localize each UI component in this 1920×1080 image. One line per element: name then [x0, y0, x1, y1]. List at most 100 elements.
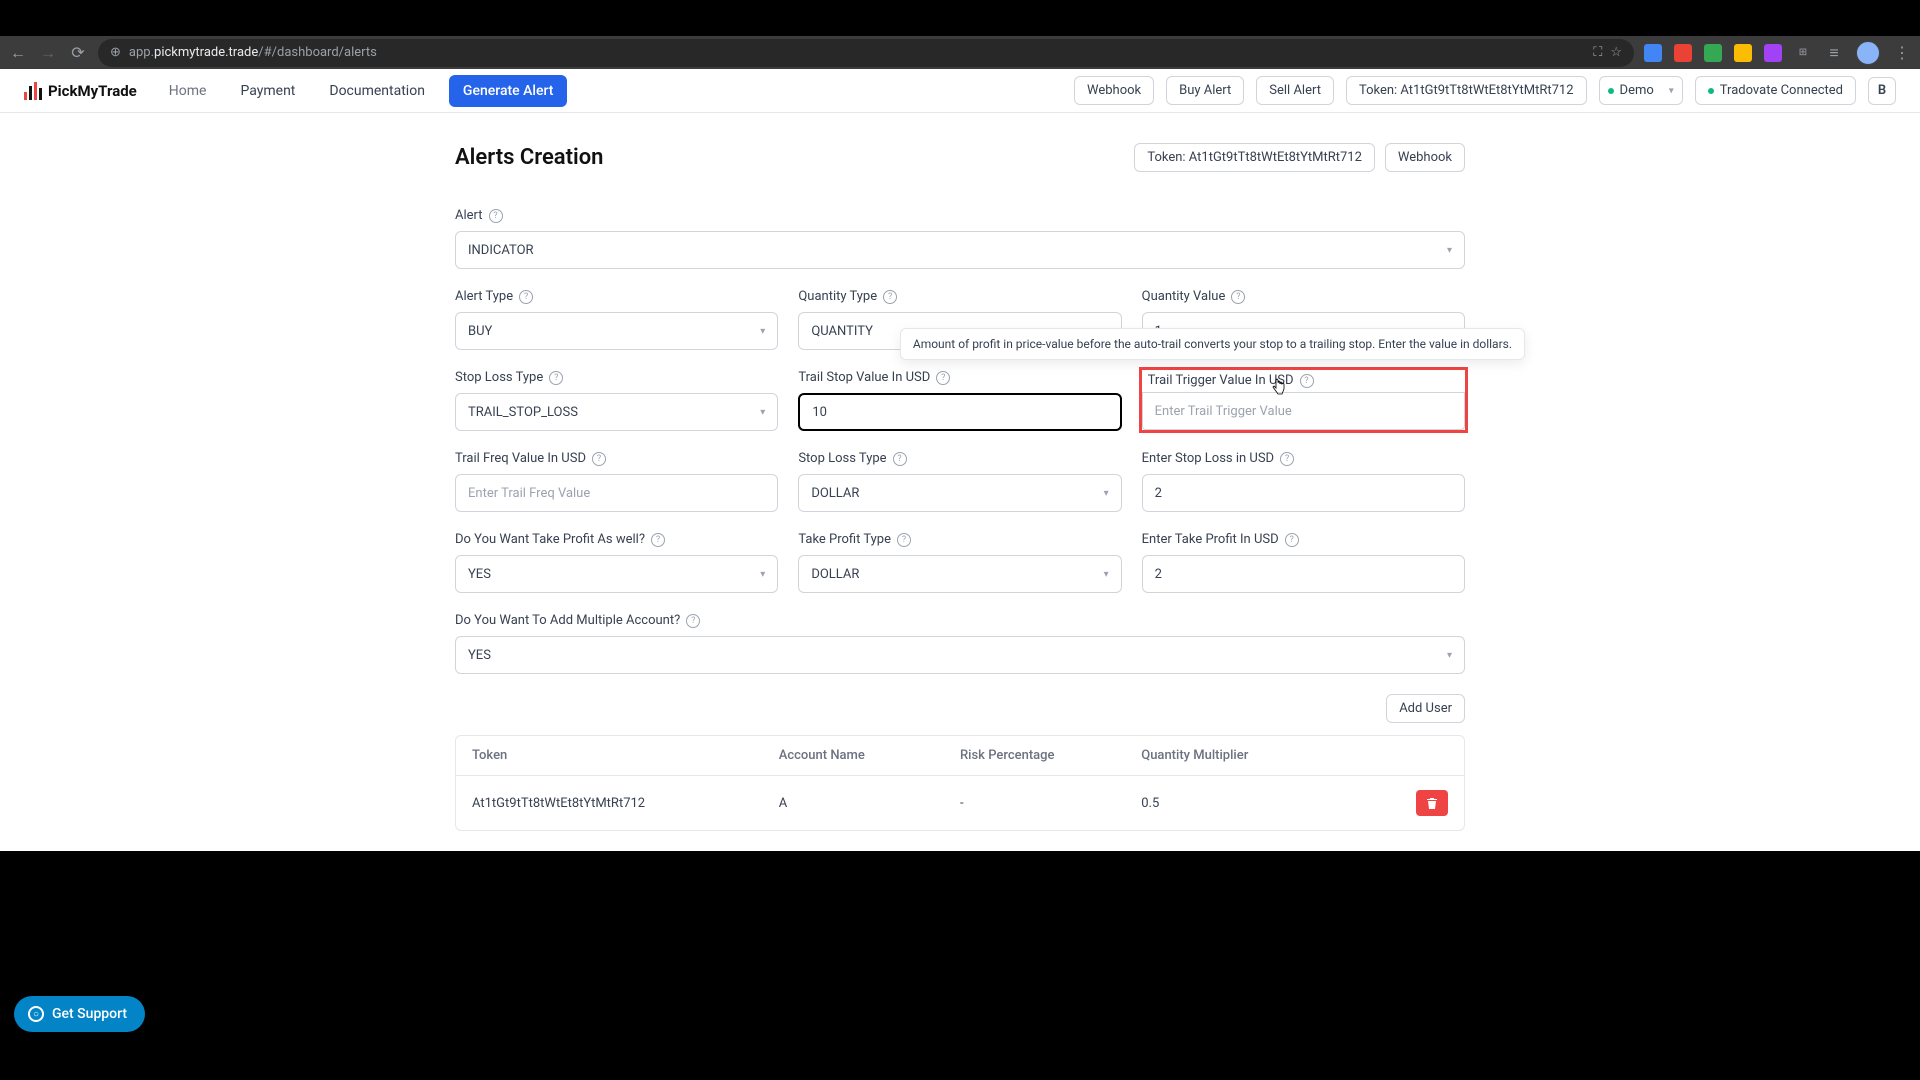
add-user-button[interactable]: Add User	[1386, 694, 1465, 723]
nav-documentation[interactable]: Documentation	[319, 83, 435, 99]
field-alert: Alert? INDICATOR▾	[455, 208, 1465, 269]
multi-account-select[interactable]: YES▾	[455, 636, 1465, 674]
nav-payment[interactable]: Payment	[230, 83, 305, 99]
ext-icon-2[interactable]	[1674, 44, 1692, 62]
label-take-profit-type: Take Profit Type	[798, 532, 891, 547]
user-badge[interactable]: B	[1868, 77, 1896, 105]
connection-status: Tradovate Connected	[1695, 76, 1856, 105]
back-icon[interactable]: ←	[8, 43, 28, 63]
extension-icons: ⊞ ≡ ⋮	[1644, 41, 1912, 65]
chevron-down-icon: ▾	[760, 326, 765, 337]
trail-trigger-input[interactable]	[1155, 404, 1452, 419]
kebab-icon[interactable]: ⋮	[1892, 43, 1912, 63]
label-stop-loss-type: Stop Loss Type	[455, 370, 543, 385]
status-dot-icon	[1608, 88, 1614, 94]
trail-stop-input[interactable]	[812, 405, 1107, 420]
label-alert: Alert	[455, 208, 483, 223]
help-icon[interactable]: ?	[936, 371, 950, 385]
help-icon[interactable]: ?	[592, 452, 606, 466]
support-label: Get Support	[52, 1006, 127, 1022]
hamburger-icon[interactable]: ≡	[1824, 43, 1844, 63]
label-quantity-type: Quantity Type	[798, 289, 877, 304]
generate-alert-button[interactable]: Generate Alert	[449, 75, 568, 107]
bookmark-icon[interactable]: ☆	[1610, 45, 1622, 60]
chevron-down-icon: ▾	[1104, 569, 1109, 580]
profile-avatar[interactable]	[1856, 41, 1880, 65]
help-icon[interactable]: ?	[893, 452, 907, 466]
help-icon[interactable]: ?	[686, 614, 700, 628]
help-icon[interactable]: ?	[1231, 290, 1245, 304]
alert-select[interactable]: INDICATOR▾	[455, 231, 1465, 269]
url-input[interactable]: ⊕ app.pickmytrade.trade/#/dashboard/aler…	[98, 39, 1634, 67]
get-support-button[interactable]: ○ Get Support	[14, 996, 145, 1032]
field-enter-stop-loss: Enter Stop Loss in USD?	[1142, 451, 1465, 512]
chevron-down-icon: ▾	[1669, 85, 1674, 96]
cell-qty: 0.5	[1141, 796, 1350, 811]
trail-freq-input[interactable]	[468, 486, 765, 501]
chevron-down-icon: ▾	[1447, 650, 1452, 661]
label-stop-loss-type-2: Stop Loss Type	[798, 451, 886, 466]
reload-icon[interactable]: ⟳	[68, 43, 88, 63]
sell-alert-button[interactable]: Sell Alert	[1256, 76, 1334, 105]
brand-logo[interactable]: PickMyTrade	[24, 82, 137, 100]
ext-icon-4[interactable]	[1734, 44, 1752, 62]
account-select[interactable]: Demo ▾	[1599, 76, 1683, 105]
help-icon[interactable]: ?	[1285, 533, 1299, 547]
stop-loss-type-select[interactable]: TRAIL_STOP_LOSS▾	[455, 393, 778, 431]
translate-icon[interactable]: ⛶	[1593, 45, 1602, 60]
delete-row-button[interactable]	[1416, 790, 1448, 816]
ext-icon-3[interactable]	[1704, 44, 1722, 62]
page-header: Alerts Creation Token: At1tGt9tTt8tWtEt8…	[455, 143, 1465, 172]
enter-take-profit-input[interactable]	[1155, 567, 1452, 582]
field-trail-stop-value: Trail Stop Value In USD?	[798, 370, 1121, 431]
webhook-button[interactable]: Webhook	[1074, 76, 1154, 105]
page-title: Alerts Creation	[455, 145, 603, 170]
url-prefix: app.	[129, 45, 154, 60]
help-icon[interactable]: ?	[883, 290, 897, 304]
webhook-chip-button[interactable]: Webhook	[1385, 143, 1465, 172]
cell-risk: -	[960, 796, 1141, 811]
label-trail-freq: Trail Freq Value In USD	[455, 451, 586, 466]
help-icon[interactable]: ?	[549, 371, 563, 385]
cell-token: At1tGt9tTt8tWtEt8tYtMtRt712	[472, 796, 779, 811]
trail-freq-input-wrap	[455, 474, 778, 512]
cell-account: A	[779, 796, 960, 811]
label-take-profit-q: Do You Want Take Profit As well?	[455, 532, 645, 547]
ext-icon-1[interactable]	[1644, 44, 1662, 62]
trail-stop-input-wrap	[798, 393, 1121, 431]
enter-take-profit-input-wrap	[1142, 555, 1465, 593]
table-row: At1tGt9tTt8tWtEt8tYtMtRt712 A - 0.5	[456, 776, 1464, 830]
alert-type-select[interactable]: BUY▾	[455, 312, 778, 350]
th-risk: Risk Percentage	[960, 748, 1141, 763]
take-profit-q-select[interactable]: YES▾	[455, 555, 778, 593]
label-quantity-value: Quantity Value	[1142, 289, 1226, 304]
chevron-down-icon: ▾	[1104, 488, 1109, 499]
label-multi-account: Do You Want To Add Multiple Account?	[455, 613, 680, 628]
puzzle-icon[interactable]: ⊞	[1794, 44, 1812, 62]
address-bar: ← → ⟳ ⊕ app.pickmytrade.trade/#/dashboar…	[0, 36, 1920, 69]
field-take-profit-type: Take Profit Type? DOLLAR▾	[798, 532, 1121, 593]
label-enter-stop-loss: Enter Stop Loss in USD	[1142, 451, 1274, 466]
tooltip: Amount of profit in price-value before t…	[900, 328, 1525, 360]
help-icon[interactable]: ?	[1300, 374, 1314, 388]
field-take-profit-q: Do You Want Take Profit As well?? YES▾	[455, 532, 778, 593]
connection-label: Tradovate Connected	[1720, 83, 1843, 98]
content: Alerts Creation Token: At1tGt9tTt8tWtEt8…	[455, 113, 1465, 851]
ext-icon-5[interactable]	[1764, 44, 1782, 62]
brand-bars-icon	[24, 82, 42, 100]
nav-home[interactable]: Home	[159, 83, 217, 99]
field-stop-loss-type: Stop Loss Type? TRAIL_STOP_LOSS▾	[455, 370, 778, 431]
trail-trigger-input-wrap	[1142, 392, 1465, 430]
help-icon[interactable]: ?	[1280, 452, 1294, 466]
buy-alert-button[interactable]: Buy Alert	[1166, 76, 1244, 105]
take-profit-type-select[interactable]: DOLLAR▾	[798, 555, 1121, 593]
help-icon[interactable]: ?	[897, 533, 911, 547]
enter-stop-loss-input[interactable]	[1155, 486, 1452, 501]
th-qty: Quantity Multiplier	[1141, 748, 1350, 763]
chevron-down-icon: ▾	[1447, 245, 1452, 256]
help-icon[interactable]: ?	[519, 290, 533, 304]
field-trail-freq: Trail Freq Value In USD?	[455, 451, 778, 512]
help-icon[interactable]: ?	[489, 209, 503, 223]
stop-loss-type-2-select[interactable]: DOLLAR▾	[798, 474, 1121, 512]
help-icon[interactable]: ?	[651, 533, 665, 547]
